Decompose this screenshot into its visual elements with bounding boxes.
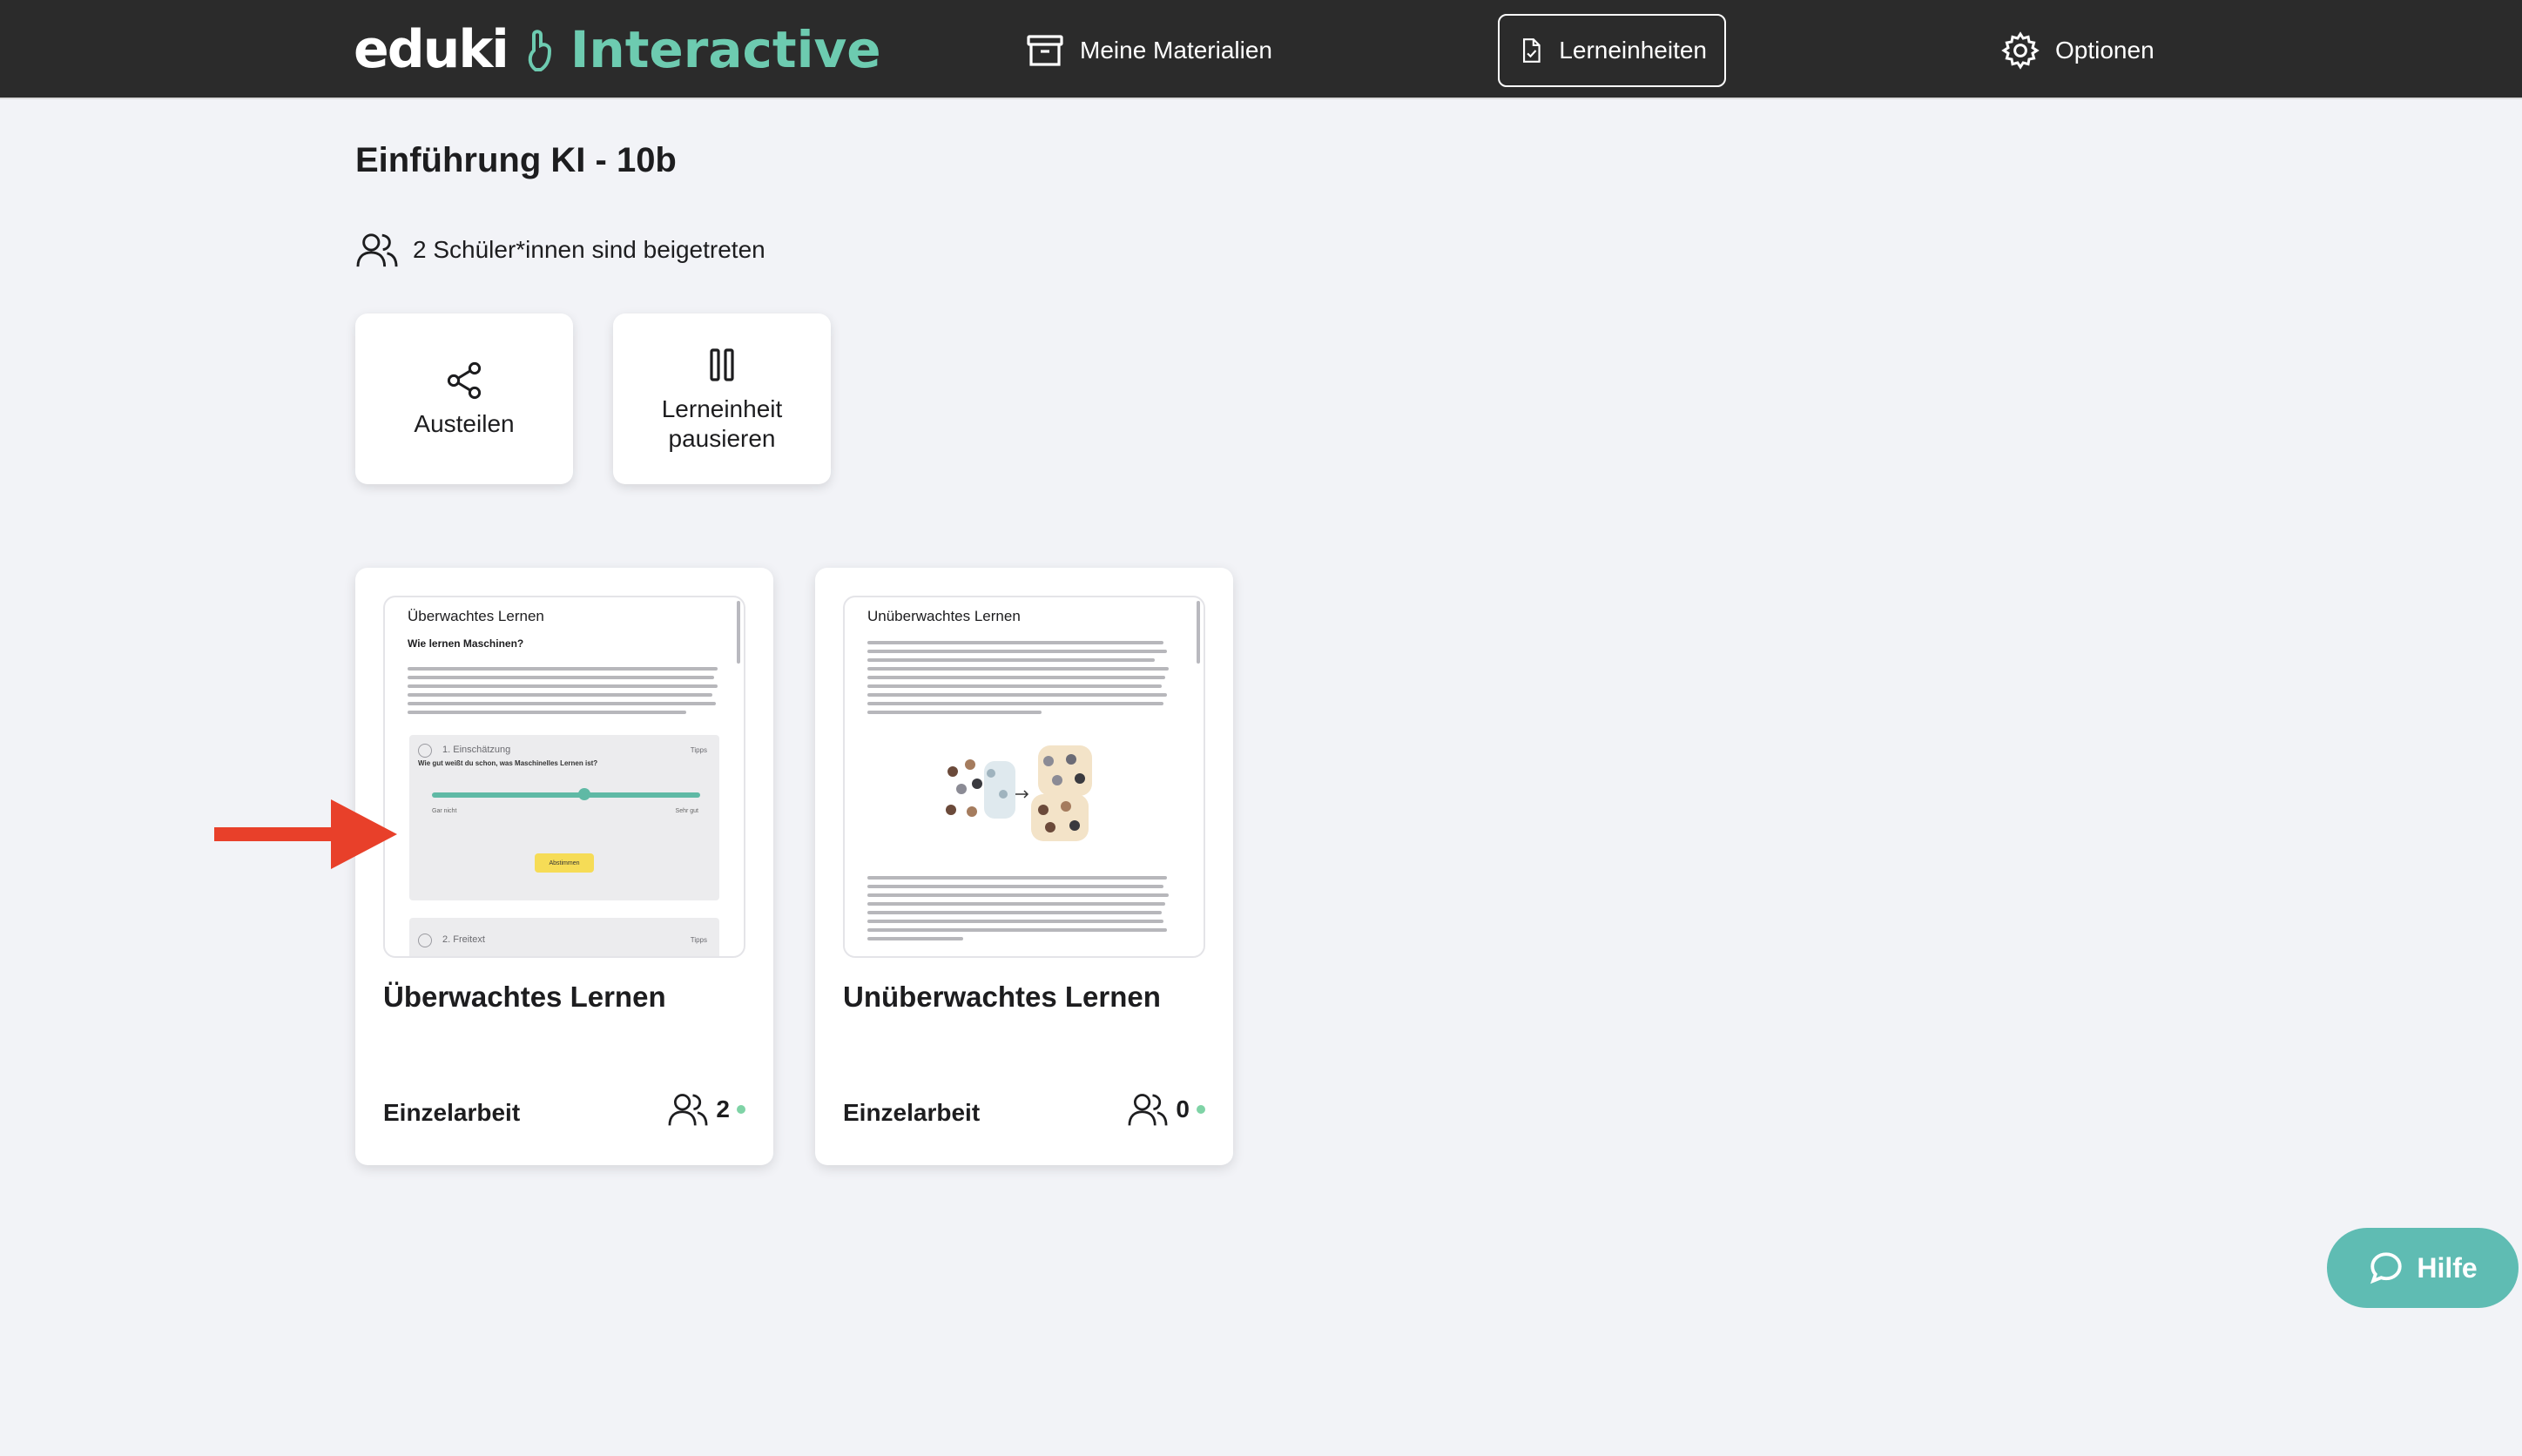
preview-text-lines — [867, 641, 1169, 719]
nav-my-materials[interactable]: Meine Materialien — [1007, 14, 1290, 87]
share-button-label: Austeilen — [414, 410, 515, 437]
users-icon — [668, 1094, 708, 1126]
top-bar: eduki Interactive Meine Materialien Lern… — [0, 0, 2522, 99]
preview-title: Unüberwachtes Lernen — [867, 608, 1021, 624]
check-circle-icon — [418, 934, 432, 947]
pause-unit-button-label: Lerneinheit pausieren — [661, 395, 783, 452]
chat-bubble-icon — [2370, 1252, 2403, 1284]
document-check-icon — [1522, 38, 1541, 63]
preview-subtitle: Wie lernen Maschinen? — [408, 637, 524, 650]
card-participant-count: 0 — [1127, 1090, 1205, 1129]
share-icon — [447, 361, 482, 400]
card-participant-count: 2 — [667, 1090, 745, 1129]
card-preview[interactable]: Überwachtes Lernen Wie lernen Maschinen?… — [383, 596, 745, 958]
nav-options-label: Optionen — [2055, 37, 2154, 64]
nav-options[interactable]: Optionen — [1982, 14, 2172, 87]
card-work-mode: Einzelarbeit — [383, 1099, 521, 1126]
preview-task-rating: 1. Einschätzung Tipps Wie gut weißt du s… — [409, 735, 719, 900]
preview-scrollbar[interactable] — [737, 601, 740, 664]
status-dot — [1197, 1105, 1205, 1114]
joined-students-text: 2 Schüler*innen sind beigetreten — [413, 236, 765, 263]
preview-text-lines — [408, 667, 718, 719]
share-button[interactable]: Austeilen — [355, 313, 573, 484]
preview-slider-knob — [578, 788, 590, 800]
users-icon — [356, 233, 398, 267]
joined-students: 2 Schüler*innen sind beigetreten — [355, 230, 765, 270]
preview-scrollbar[interactable] — [1197, 601, 1200, 664]
card-title: Überwachtes Lernen — [383, 981, 666, 1013]
help-button[interactable]: Hilfe — [2327, 1228, 2519, 1308]
preview-text-lines — [867, 876, 1169, 946]
nav-my-materials-label: Meine Materialien — [1080, 37, 1272, 64]
preview-vote-button: Abstimmen — [535, 853, 594, 873]
preview-title: Überwachtes Lernen — [408, 608, 544, 624]
nav-learning-units[interactable]: Lerneinheiten — [1498, 14, 1726, 87]
help-button-label: Hilfe — [2417, 1251, 2478, 1284]
check-circle-icon — [418, 744, 432, 758]
card-title: Unüberwachtes Lernen — [843, 981, 1161, 1013]
card-preview[interactable]: Unüberwachtes Lernen — [843, 596, 1205, 958]
unit-card-unsupervised-learning[interactable]: Unüberwachtes Lernen Unüberwachtes Lerne… — [815, 568, 1233, 1165]
nav-learning-units-label: Lerneinheiten — [1559, 37, 1707, 64]
archive-icon — [1027, 35, 1063, 66]
status-dot — [737, 1105, 745, 1114]
users-icon — [1128, 1094, 1168, 1126]
page-title: Einführung KI - 10b — [355, 141, 677, 179]
logo-product: Interactive — [570, 20, 881, 79]
preview-task-freetext: 2. Freitext Tipps — [409, 918, 719, 956]
gear-icon — [2001, 31, 2040, 70]
card-work-mode: Einzelarbeit — [843, 1099, 981, 1126]
animal-clustering-illustration — [946, 745, 1092, 841]
pause-icon — [710, 348, 734, 381]
pause-unit-button[interactable]: Lerneinheit pausieren — [613, 313, 831, 484]
participant-count-value: 2 — [716, 1095, 730, 1122]
unit-card-supervised-learning[interactable]: Überwachtes Lernen Wie lernen Maschinen?… — [355, 568, 773, 1165]
red-arrow-icon — [214, 799, 397, 869]
participant-count-value: 0 — [1176, 1095, 1190, 1122]
logo[interactable]: eduki Interactive — [354, 19, 881, 80]
hand-icon — [528, 30, 551, 71]
preview-slider — [432, 788, 700, 800]
logo-brand: eduki — [354, 19, 509, 80]
